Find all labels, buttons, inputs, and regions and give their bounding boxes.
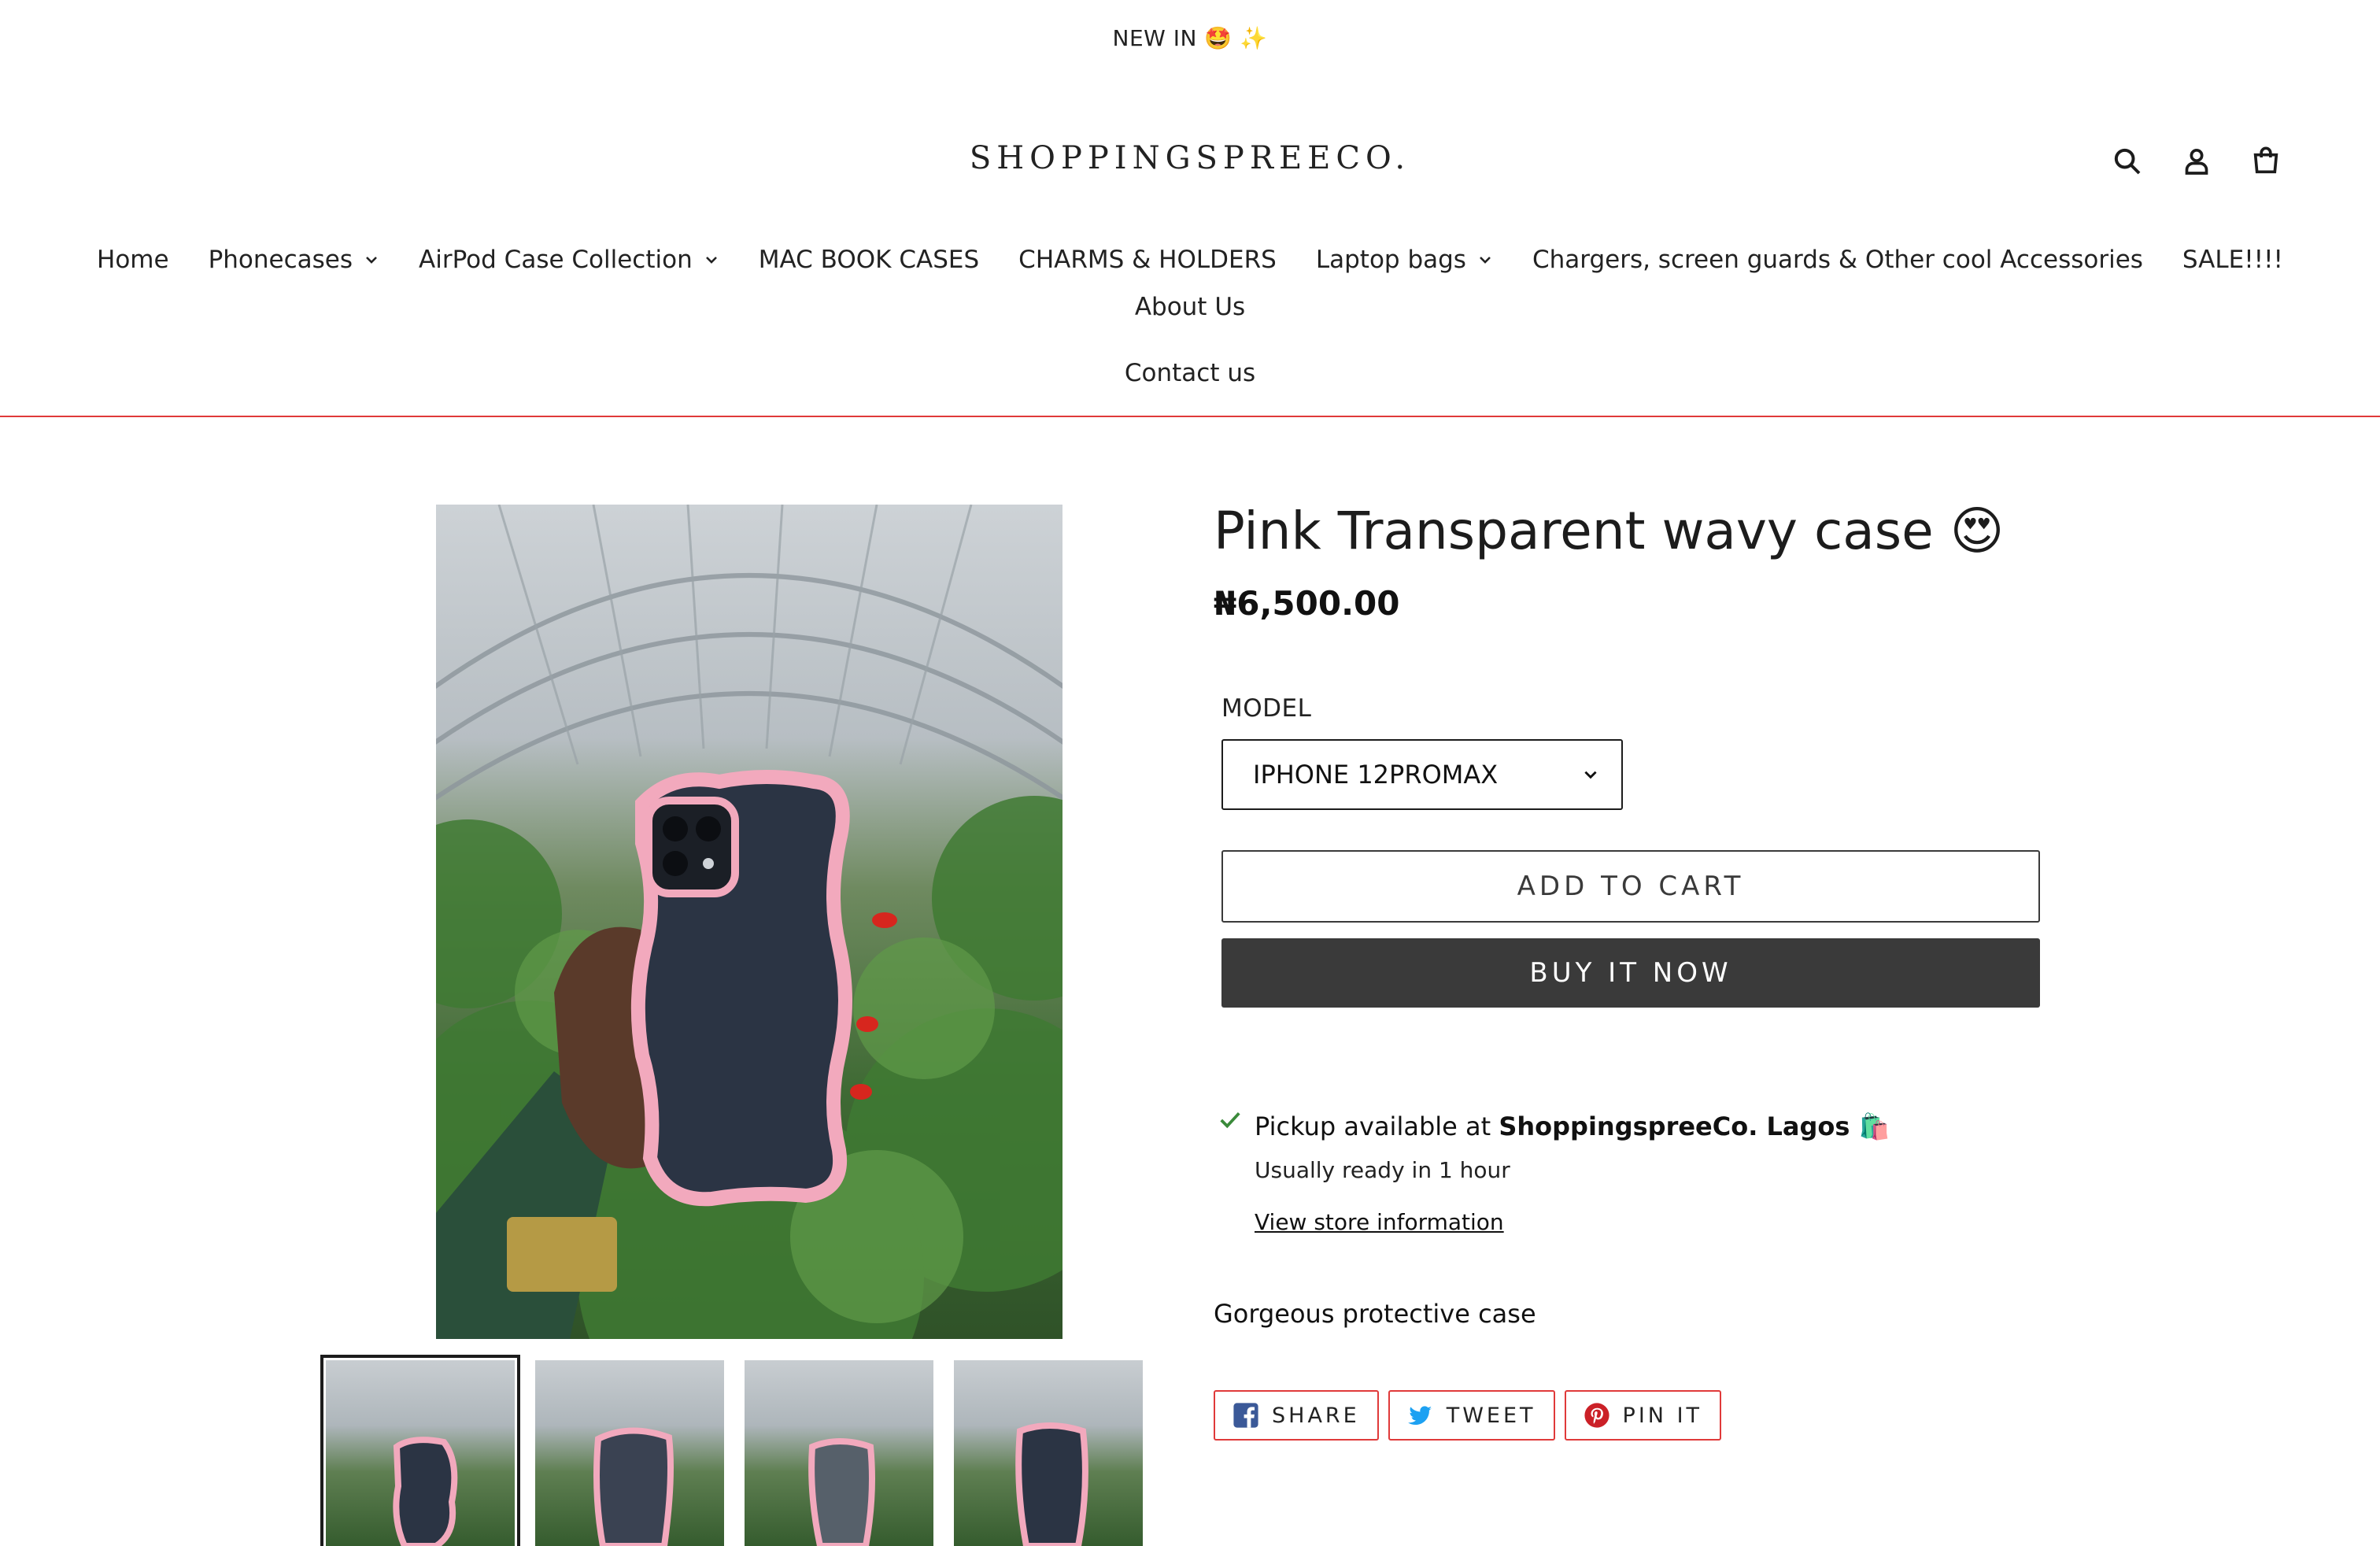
- nav-item-home[interactable]: Home: [97, 246, 169, 274]
- check-icon: [1220, 1111, 1240, 1129]
- thumbnail-image: [393, 1437, 458, 1546]
- share-facebook-button[interactable]: SHARE: [1214, 1390, 1379, 1441]
- thumbnail-1[interactable]: [320, 1355, 520, 1546]
- social-share: SHARE TWEET PIN IT: [1214, 1390, 1722, 1441]
- nav-item-sale[interactable]: SALE!!!!: [2182, 246, 2283, 274]
- nav-item-label: Chargers, screen guards & Other cool Acc…: [1532, 246, 2143, 274]
- header-divider: [0, 416, 2380, 417]
- nav-item-phonecases[interactable]: Phonecases: [209, 246, 379, 274]
- nav-item-label: Home: [97, 246, 169, 274]
- add-to-cart-button[interactable]: ADD TO CART: [1221, 850, 2040, 923]
- search-icon[interactable]: [2109, 143, 2145, 179]
- thumbnail-4[interactable]: [954, 1360, 1143, 1546]
- nav-item-contact[interactable]: Contact us: [1125, 359, 1255, 387]
- product-description: Gorgeous protective case: [1214, 1299, 1536, 1329]
- nav-item-airpod-cases[interactable]: AirPod Case Collection: [419, 246, 719, 274]
- site-logo[interactable]: SHOPPINGSPREECO.: [0, 140, 2380, 176]
- chevron-down-icon: [1584, 771, 1597, 779]
- nav-item-label: Laptop bags: [1315, 246, 1466, 274]
- twitter-icon: [1407, 1406, 1432, 1426]
- product-main-image[interactable]: [436, 505, 1062, 1339]
- product-price: ₦6,500.00: [1214, 584, 1400, 623]
- nav-item-label: Phonecases: [208, 246, 353, 274]
- header-actions: [2109, 143, 2284, 179]
- model-selected-value: IPHONE 12PROMAX: [1253, 760, 1499, 790]
- cart-icon[interactable]: [2248, 143, 2284, 179]
- share-label: SHARE: [1272, 1403, 1360, 1428]
- announcement-bar: NEW IN 🤩 ✨: [0, 0, 2380, 76]
- chevron-down-icon: [1480, 257, 1491, 264]
- model-label: MODEL: [1221, 694, 1312, 723]
- view-store-information-link[interactable]: View store information: [1255, 1209, 1504, 1235]
- pickup-ready-time: Usually ready in 1 hour: [1255, 1157, 1510, 1183]
- pinterest-icon: [1584, 1403, 1609, 1428]
- main-nav: Home Phonecases AirPod Case Collection M…: [47, 246, 2333, 387]
- nav-item-macbook-cases[interactable]: MAC BOOK CASES: [759, 246, 979, 274]
- product-title: Pink Transparent wavy case 😍: [1214, 501, 2005, 561]
- chevron-down-icon: [705, 257, 717, 264]
- nav-item-laptop-bags[interactable]: Laptop bags: [1316, 246, 1493, 274]
- share-twitter-button[interactable]: TWEET: [1388, 1390, 1555, 1441]
- nav-item-charms-holders[interactable]: CHARMS & HOLDERS: [1018, 246, 1277, 274]
- nav-item-accessories[interactable]: Chargers, screen guards & Other cool Acc…: [1532, 246, 2143, 274]
- thumbnail-image: [593, 1427, 674, 1546]
- product-thumbnails: [320, 1355, 1143, 1546]
- chevron-down-icon: [366, 257, 377, 264]
- pickup-availability: Pickup available at ShoppingspreeCo. Lag…: [1255, 1111, 1890, 1141]
- share-label: TWEET: [1446, 1403, 1536, 1428]
- pickup-prefix: Pickup available at: [1255, 1111, 1499, 1141]
- buy-it-now-button[interactable]: BUY IT NOW: [1221, 938, 2040, 1008]
- thumbnail-image: [1015, 1422, 1088, 1546]
- account-icon[interactable]: [2179, 143, 2215, 179]
- thumbnail-3[interactable]: [745, 1360, 933, 1546]
- model-select[interactable]: IPHONE 12PROMAX: [1221, 739, 1623, 810]
- facebook-icon: [1233, 1403, 1258, 1428]
- nav-item-label: About Us: [1134, 293, 1246, 321]
- thumbnail-2[interactable]: [535, 1360, 724, 1546]
- nav-item-about[interactable]: About Us: [1135, 293, 1245, 321]
- nav-item-label: AirPod Case Collection: [419, 246, 693, 274]
- nav-item-label: MAC BOOK CASES: [758, 246, 980, 274]
- pickup-store-name: ShoppingspreeCo. Lagos 🛍️: [1499, 1111, 1890, 1141]
- nav-item-label: CHARMS & HOLDERS: [1018, 246, 1277, 274]
- share-label: PIN IT: [1622, 1403, 1703, 1428]
- product-photo-illustration: [436, 505, 1062, 1339]
- nav-item-label: Contact us: [1124, 359, 1256, 387]
- share-pinterest-button[interactable]: PIN IT: [1564, 1390, 1722, 1441]
- thumbnail-image: [808, 1438, 875, 1546]
- nav-item-label: SALE!!!!: [2182, 246, 2283, 274]
- announcement-text: NEW IN 🤩 ✨: [1112, 24, 1268, 51]
